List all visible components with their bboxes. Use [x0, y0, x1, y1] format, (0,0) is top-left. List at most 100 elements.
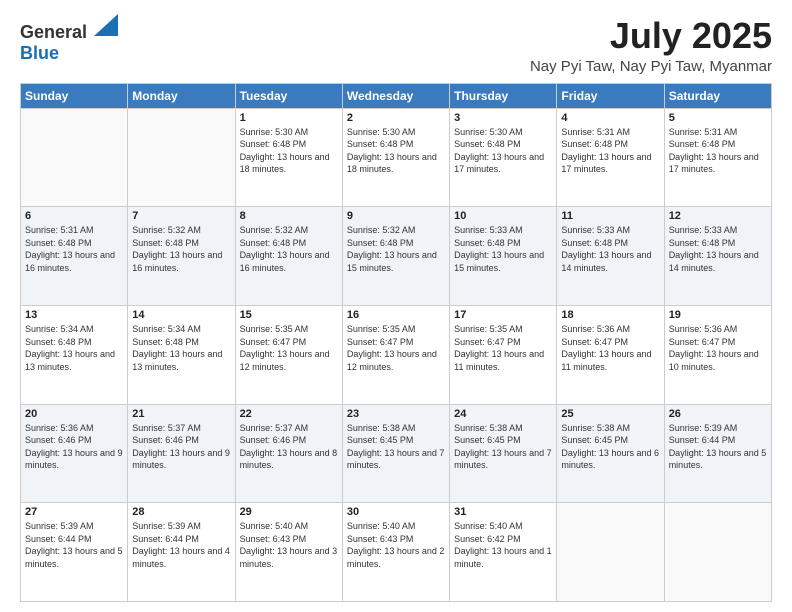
- day-info: Sunrise: 5:32 AMSunset: 6:48 PMDaylight:…: [132, 224, 230, 274]
- calendar-cell: 27 Sunrise: 5:39 AMSunset: 6:44 PMDayligh…: [21, 503, 128, 602]
- calendar-cell: 31 Sunrise: 5:40 AMSunset: 6:42 PMDayligh…: [450, 503, 557, 602]
- calendar-page: General Blue July 2025 Nay Pyi Taw, Nay …: [0, 0, 792, 612]
- day-number: 4: [561, 112, 659, 124]
- calendar-cell: 5 Sunrise: 5:31 AMSunset: 6:48 PMDaylight…: [664, 108, 771, 207]
- weekday-header-thursday: Thursday: [450, 83, 557, 108]
- weekday-header-row: SundayMondayTuesdayWednesdayThursdayFrid…: [21, 83, 772, 108]
- calendar-cell: 6 Sunrise: 5:31 AMSunset: 6:48 PMDaylight…: [21, 207, 128, 306]
- calendar-cell: [21, 108, 128, 207]
- calendar-cell: 24Sunrise: 5:38 AMSunset: 6:45 PMDayligh…: [450, 404, 557, 503]
- calendar-week-row: 20 Sunrise: 5:36 AMSunset: 6:46 PMDayligh…: [21, 404, 772, 503]
- calendar-cell: [128, 108, 235, 207]
- day-info: Sunrise: 5:37 AMSunset: 6:46 PMDaylight:…: [240, 422, 338, 472]
- calendar-cell: 18Sunrise: 5:36 AMSunset: 6:47 PMDayligh…: [557, 305, 664, 404]
- day-number: 24: [454, 408, 552, 420]
- day-number: 2: [347, 112, 445, 124]
- day-number: 29: [240, 506, 338, 518]
- logo-general: General: [20, 22, 87, 42]
- weekday-header-sunday: Sunday: [21, 83, 128, 108]
- location-title: Nay Pyi Taw, Nay Pyi Taw, Myanmar: [530, 58, 772, 75]
- calendar-cell: 20 Sunrise: 5:36 AMSunset: 6:46 PMDayligh…: [21, 404, 128, 503]
- day-info: Sunrise: 5:30 AMSunset: 6:48 PMDaylight:…: [347, 126, 445, 176]
- day-number: 28: [132, 506, 230, 518]
- calendar-cell: [557, 503, 664, 602]
- day-info: Sunrise: 5:30 AMSunset: 6:48 PMDaylight:…: [454, 126, 552, 176]
- calendar-cell: 26 Sunrise: 5:39 AMSunset: 6:44 PMDayligh…: [664, 404, 771, 503]
- calendar-cell: 17 Sunrise: 5:35 AMSunset: 6:47 PMDayligh…: [450, 305, 557, 404]
- day-number: 26: [669, 408, 767, 420]
- weekday-header-monday: Monday: [128, 83, 235, 108]
- day-info: Sunrise: 5:31 AMSunset: 6:48 PMDaylight:…: [25, 224, 123, 274]
- day-info: Sunrise: 5:38 AMSunset: 6:45 PMDaylight:…: [347, 422, 445, 472]
- day-number: 21: [132, 408, 230, 420]
- logo: General Blue: [20, 16, 118, 64]
- day-number: 31: [454, 506, 552, 518]
- day-info: Sunrise: 5:37 AMSunset: 6:46 PMDaylight:…: [132, 422, 230, 472]
- weekday-header-tuesday: Tuesday: [235, 83, 342, 108]
- day-info: Sunrise: 5:40 AMSunset: 6:42 PMDaylight:…: [454, 520, 552, 570]
- calendar-cell: 4 Sunrise: 5:31 AMSunset: 6:48 PMDaylight…: [557, 108, 664, 207]
- day-number: 9: [347, 210, 445, 222]
- calendar-cell: 22 Sunrise: 5:37 AMSunset: 6:46 PMDayligh…: [235, 404, 342, 503]
- day-info: Sunrise: 5:38 AMSunset: 6:45 PMDaylight:…: [561, 422, 659, 472]
- day-info: Sunrise: 5:34 AMSunset: 6:48 PMDaylight:…: [132, 323, 230, 373]
- day-number: 15: [240, 309, 338, 321]
- weekday-header-wednesday: Wednesday: [342, 83, 449, 108]
- day-info: Sunrise: 5:32 AMSunset: 6:48 PMDaylight:…: [240, 224, 338, 274]
- day-number: 1: [240, 112, 338, 124]
- calendar-cell: 28 Sunrise: 5:39 AMSunset: 6:44 PMDayligh…: [128, 503, 235, 602]
- calendar-cell: 8 Sunrise: 5:32 AMSunset: 6:48 PMDaylight…: [235, 207, 342, 306]
- calendar-cell: 12Sunrise: 5:33 AMSunset: 6:48 PMDayligh…: [664, 207, 771, 306]
- calendar-cell: [664, 503, 771, 602]
- day-number: 20: [25, 408, 123, 420]
- day-number: 27: [25, 506, 123, 518]
- day-number: 25: [561, 408, 659, 420]
- day-info: Sunrise: 5:35 AMSunset: 6:47 PMDaylight:…: [454, 323, 552, 373]
- day-info: Sunrise: 5:32 AMSunset: 6:48 PMDaylight:…: [347, 224, 445, 274]
- day-info: Sunrise: 5:31 AMSunset: 6:48 PMDaylight:…: [561, 126, 659, 176]
- calendar-week-row: 1 Sunrise: 5:30 AMSunset: 6:48 PMDaylight…: [21, 108, 772, 207]
- calendar-week-row: 27 Sunrise: 5:39 AMSunset: 6:44 PMDayligh…: [21, 503, 772, 602]
- day-info: Sunrise: 5:39 AMSunset: 6:44 PMDaylight:…: [669, 422, 767, 472]
- day-info: Sunrise: 5:36 AMSunset: 6:46 PMDaylight:…: [25, 422, 123, 472]
- day-info: Sunrise: 5:39 AMSunset: 6:44 PMDaylight:…: [132, 520, 230, 570]
- day-info: Sunrise: 5:35 AMSunset: 6:47 PMDaylight:…: [347, 323, 445, 373]
- day-number: 7: [132, 210, 230, 222]
- day-number: 13: [25, 309, 123, 321]
- calendar-cell: 21 Sunrise: 5:37 AMSunset: 6:46 PMDayligh…: [128, 404, 235, 503]
- day-number: 10: [454, 210, 552, 222]
- calendar-cell: 16 Sunrise: 5:35 AMSunset: 6:47 PMDayligh…: [342, 305, 449, 404]
- calendar-cell: 9 Sunrise: 5:32 AMSunset: 6:48 PMDaylight…: [342, 207, 449, 306]
- day-info: Sunrise: 5:33 AMSunset: 6:48 PMDaylight:…: [454, 224, 552, 274]
- calendar-cell: 3Sunrise: 5:30 AMSunset: 6:48 PMDaylight…: [450, 108, 557, 207]
- calendar-week-row: 6 Sunrise: 5:31 AMSunset: 6:48 PMDaylight…: [21, 207, 772, 306]
- day-number: 22: [240, 408, 338, 420]
- day-info: Sunrise: 5:36 AMSunset: 6:47 PMDaylight:…: [561, 323, 659, 373]
- day-number: 14: [132, 309, 230, 321]
- logo-icon: [94, 14, 118, 36]
- day-number: 19: [669, 309, 767, 321]
- calendar-cell: 30Sunrise: 5:40 AMSunset: 6:43 PMDayligh…: [342, 503, 449, 602]
- day-number: 5: [669, 112, 767, 124]
- calendar-cell: 2 Sunrise: 5:30 AMSunset: 6:48 PMDaylight…: [342, 108, 449, 207]
- day-number: 17: [454, 309, 552, 321]
- day-number: 6: [25, 210, 123, 222]
- day-info: Sunrise: 5:36 AMSunset: 6:47 PMDaylight:…: [669, 323, 767, 373]
- day-info: Sunrise: 5:31 AMSunset: 6:48 PMDaylight:…: [669, 126, 767, 176]
- day-number: 23: [347, 408, 445, 420]
- weekday-header-friday: Friday: [557, 83, 664, 108]
- weekday-header-saturday: Saturday: [664, 83, 771, 108]
- day-info: Sunrise: 5:33 AMSunset: 6:48 PMDaylight:…: [561, 224, 659, 274]
- calendar-cell: 23 Sunrise: 5:38 AMSunset: 6:45 PMDayligh…: [342, 404, 449, 503]
- day-number: 8: [240, 210, 338, 222]
- day-number: 16: [347, 309, 445, 321]
- calendar-cell: 13Sunrise: 5:34 AMSunset: 6:48 PMDayligh…: [21, 305, 128, 404]
- day-info: Sunrise: 5:35 AMSunset: 6:47 PMDaylight:…: [240, 323, 338, 373]
- day-number: 30: [347, 506, 445, 518]
- calendar-table: SundayMondayTuesdayWednesdayThursdayFrid…: [20, 83, 772, 602]
- day-number: 11: [561, 210, 659, 222]
- title-section: July 2025 Nay Pyi Taw, Nay Pyi Taw, Myan…: [530, 16, 772, 75]
- calendar-cell: 29Sunrise: 5:40 AMSunset: 6:43 PMDayligh…: [235, 503, 342, 602]
- calendar-cell: 25 Sunrise: 5:38 AMSunset: 6:45 PMDayligh…: [557, 404, 664, 503]
- day-info: Sunrise: 5:39 AMSunset: 6:44 PMDaylight:…: [25, 520, 123, 570]
